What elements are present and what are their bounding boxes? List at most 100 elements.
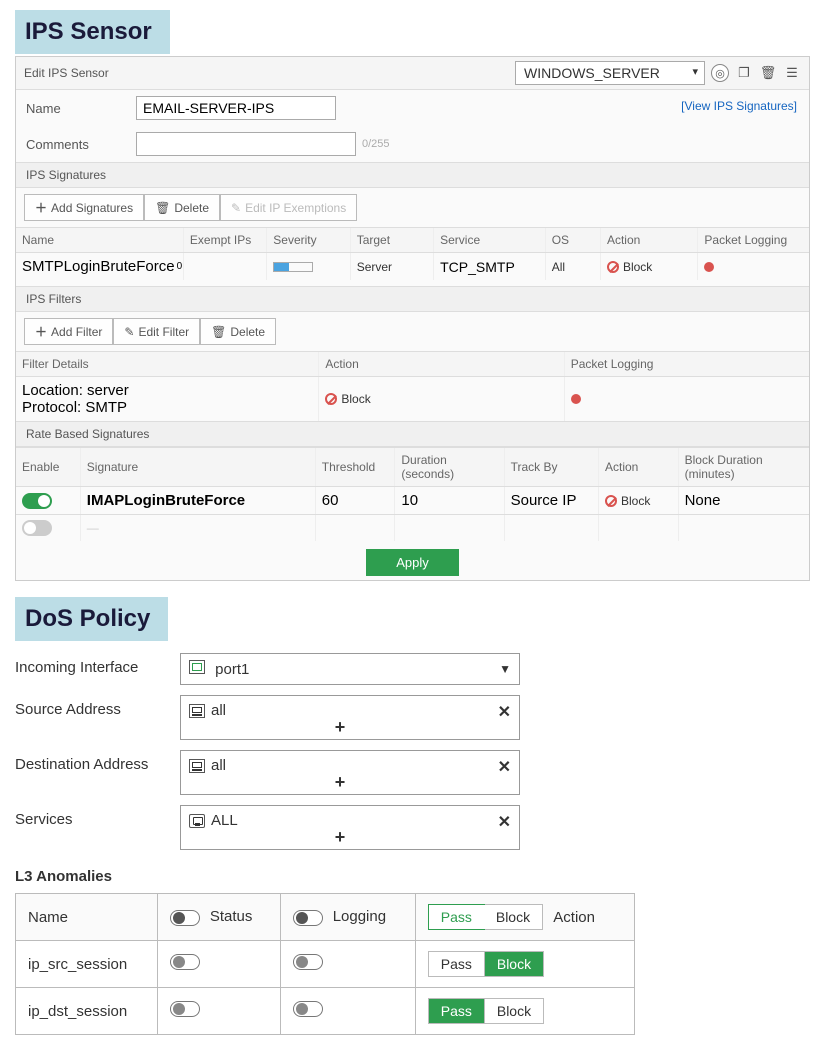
add-service-button[interactable]: +	[189, 829, 491, 847]
add-filter-button[interactable]: ＋Add Filter	[24, 318, 113, 345]
sig-os: All	[546, 253, 601, 280]
status-header-toggle-icon[interactable]	[170, 910, 200, 926]
remove-service-icon[interactable]: ✕	[498, 812, 511, 832]
remove-source-icon[interactable]: ✕	[498, 702, 511, 722]
toolbar-copy-icon[interactable]: ❐	[735, 64, 753, 82]
port-icon	[189, 660, 205, 674]
signature-row[interactable]: SMTPLoginBruteForce0 Server TCP_SMTP All…	[16, 252, 809, 280]
delete-signatures-button[interactable]: 🗑 Delete	[144, 194, 220, 221]
add-source-button[interactable]: +	[189, 719, 491, 737]
sig-exempt	[184, 253, 267, 280]
col-action-header: Pass Block Action	[415, 894, 634, 941]
rate-based-header: Rate Based Signatures	[16, 421, 809, 447]
col-service: Service	[434, 228, 546, 252]
view-signatures-link[interactable]: [View IPS Signatures]	[681, 99, 797, 113]
enable-toggle[interactable]	[22, 493, 52, 509]
remove-dest-icon[interactable]: ✕	[498, 757, 511, 777]
sig-target: Server	[351, 253, 434, 280]
fcol-details: Filter Details	[16, 352, 319, 376]
delete-filter-button[interactable]: 🗑 Delete	[200, 318, 276, 345]
block-icon	[607, 261, 619, 273]
col-logging[interactable]: Logging	[280, 894, 415, 941]
filter-detail-2: Protocol: SMTP	[22, 399, 127, 416]
rcol-signature: Signature	[81, 448, 316, 486]
rate-action: Block	[599, 487, 679, 514]
rate-threshold: 60	[316, 487, 396, 514]
anomaly-row: ip_dst_session Pass Block	[16, 988, 635, 1035]
severity-bar-icon	[273, 262, 313, 272]
col-severity: Severity	[267, 228, 350, 252]
block-icon	[605, 495, 617, 507]
rcol-enable: Enable	[16, 448, 81, 486]
source-address-label: Source Address	[15, 695, 180, 718]
fcol-logging: Packet Logging	[565, 352, 809, 376]
rcol-duration: Duration (seconds)	[395, 448, 504, 486]
edit-ip-exemptions-button[interactable]: ✎ Edit IP Exemptions	[220, 194, 357, 221]
col-action: Action	[601, 228, 698, 252]
status-toggle[interactable]	[170, 954, 200, 970]
chevron-down-icon: ▼	[499, 662, 511, 676]
toolbar-trash-icon[interactable]: 🗑	[759, 64, 777, 82]
rate-row[interactable]: IMAPLoginBruteForce 60 10 Source IP Bloc…	[16, 486, 809, 514]
comments-label: Comments	[26, 137, 136, 152]
rcol-threshold: Threshold	[316, 448, 396, 486]
filter-logging	[565, 377, 809, 421]
header-block-button[interactable]: Block	[484, 905, 542, 929]
profile-select[interactable]: WINDOWS_SERVER	[515, 61, 705, 85]
toolbar-target-icon[interactable]: ◎	[711, 64, 729, 82]
add-signatures-button[interactable]: ＋Add Signatures	[24, 194, 144, 221]
logging-toggle[interactable]	[293, 1001, 323, 1017]
rate-duration: 10	[395, 487, 504, 514]
anomaly-table: Name Status Logging Pass Block Action ip…	[15, 893, 635, 1035]
col-name: Name	[16, 894, 158, 941]
logging-toggle[interactable]	[293, 954, 323, 970]
fcol-action: Action	[319, 352, 564, 376]
col-name: Name	[16, 228, 184, 252]
dos-policy-title: DoS Policy	[15, 597, 168, 641]
add-dest-button[interactable]: +	[189, 774, 491, 792]
sig-action: Block	[601, 253, 698, 280]
status-toggle[interactable]	[170, 1001, 200, 1017]
anomaly-name: ip_src_session	[16, 941, 158, 988]
services-box[interactable]: ALL ✕ +	[180, 805, 520, 850]
destination-address-box[interactable]: all ✕ +	[180, 750, 520, 795]
source-address-box[interactable]: all ✕ +	[180, 695, 520, 740]
rate-blockdur: None	[679, 487, 809, 514]
rcol-trackby: Track By	[505, 448, 599, 486]
name-input[interactable]	[136, 96, 336, 120]
service-icon	[189, 814, 205, 828]
logging-dot-icon	[704, 262, 714, 272]
rate-row-disabled: —	[16, 514, 809, 541]
services-label: Services	[15, 805, 180, 828]
block-icon	[325, 393, 337, 405]
comments-hint: 0/255	[362, 138, 390, 150]
col-target: Target	[351, 228, 434, 252]
enable-toggle-off[interactable]	[22, 520, 52, 536]
edit-ips-header: Edit IPS Sensor	[24, 66, 109, 80]
comments-input[interactable]	[136, 132, 356, 156]
filter-row[interactable]: Location: server Protocol: SMTP Block	[16, 376, 809, 421]
edit-filter-button[interactable]: ✎ Edit Filter	[113, 318, 200, 345]
rate-trackby: Source IP	[505, 487, 599, 514]
sig-packet-logging	[698, 253, 809, 280]
filter-detail-1: Location: server	[22, 382, 129, 399]
name-label: Name	[26, 101, 136, 116]
logging-header-toggle-icon[interactable]	[293, 910, 323, 926]
rcol-blockdur: Block Duration (minutes)	[679, 448, 809, 486]
header-pass-button[interactable]: Pass	[428, 904, 485, 930]
col-status[interactable]: Status	[157, 894, 280, 941]
address-icon	[189, 759, 205, 773]
ips-panel: Edit IPS Sensor WINDOWS_SERVER ◎ ❐ 🗑 ☰ N…	[15, 56, 810, 581]
anomaly-row: ip_src_session Pass Block	[16, 941, 635, 988]
filter-action: Block	[319, 377, 564, 421]
ips-filters-header: IPS Filters	[16, 286, 809, 312]
sig-service: TCP_SMTP	[434, 253, 546, 280]
col-packet-logging: Packet Logging	[698, 228, 809, 252]
sig-severity	[267, 253, 350, 280]
incoming-interface-select[interactable]: port1 ▼	[180, 653, 520, 685]
toolbar-list-icon[interactable]: ☰	[783, 64, 801, 82]
block-button[interactable]: Block	[485, 952, 543, 976]
apply-button[interactable]: Apply	[366, 549, 459, 576]
pass-button[interactable]: Pass	[429, 952, 485, 976]
col-os: OS	[546, 228, 601, 252]
